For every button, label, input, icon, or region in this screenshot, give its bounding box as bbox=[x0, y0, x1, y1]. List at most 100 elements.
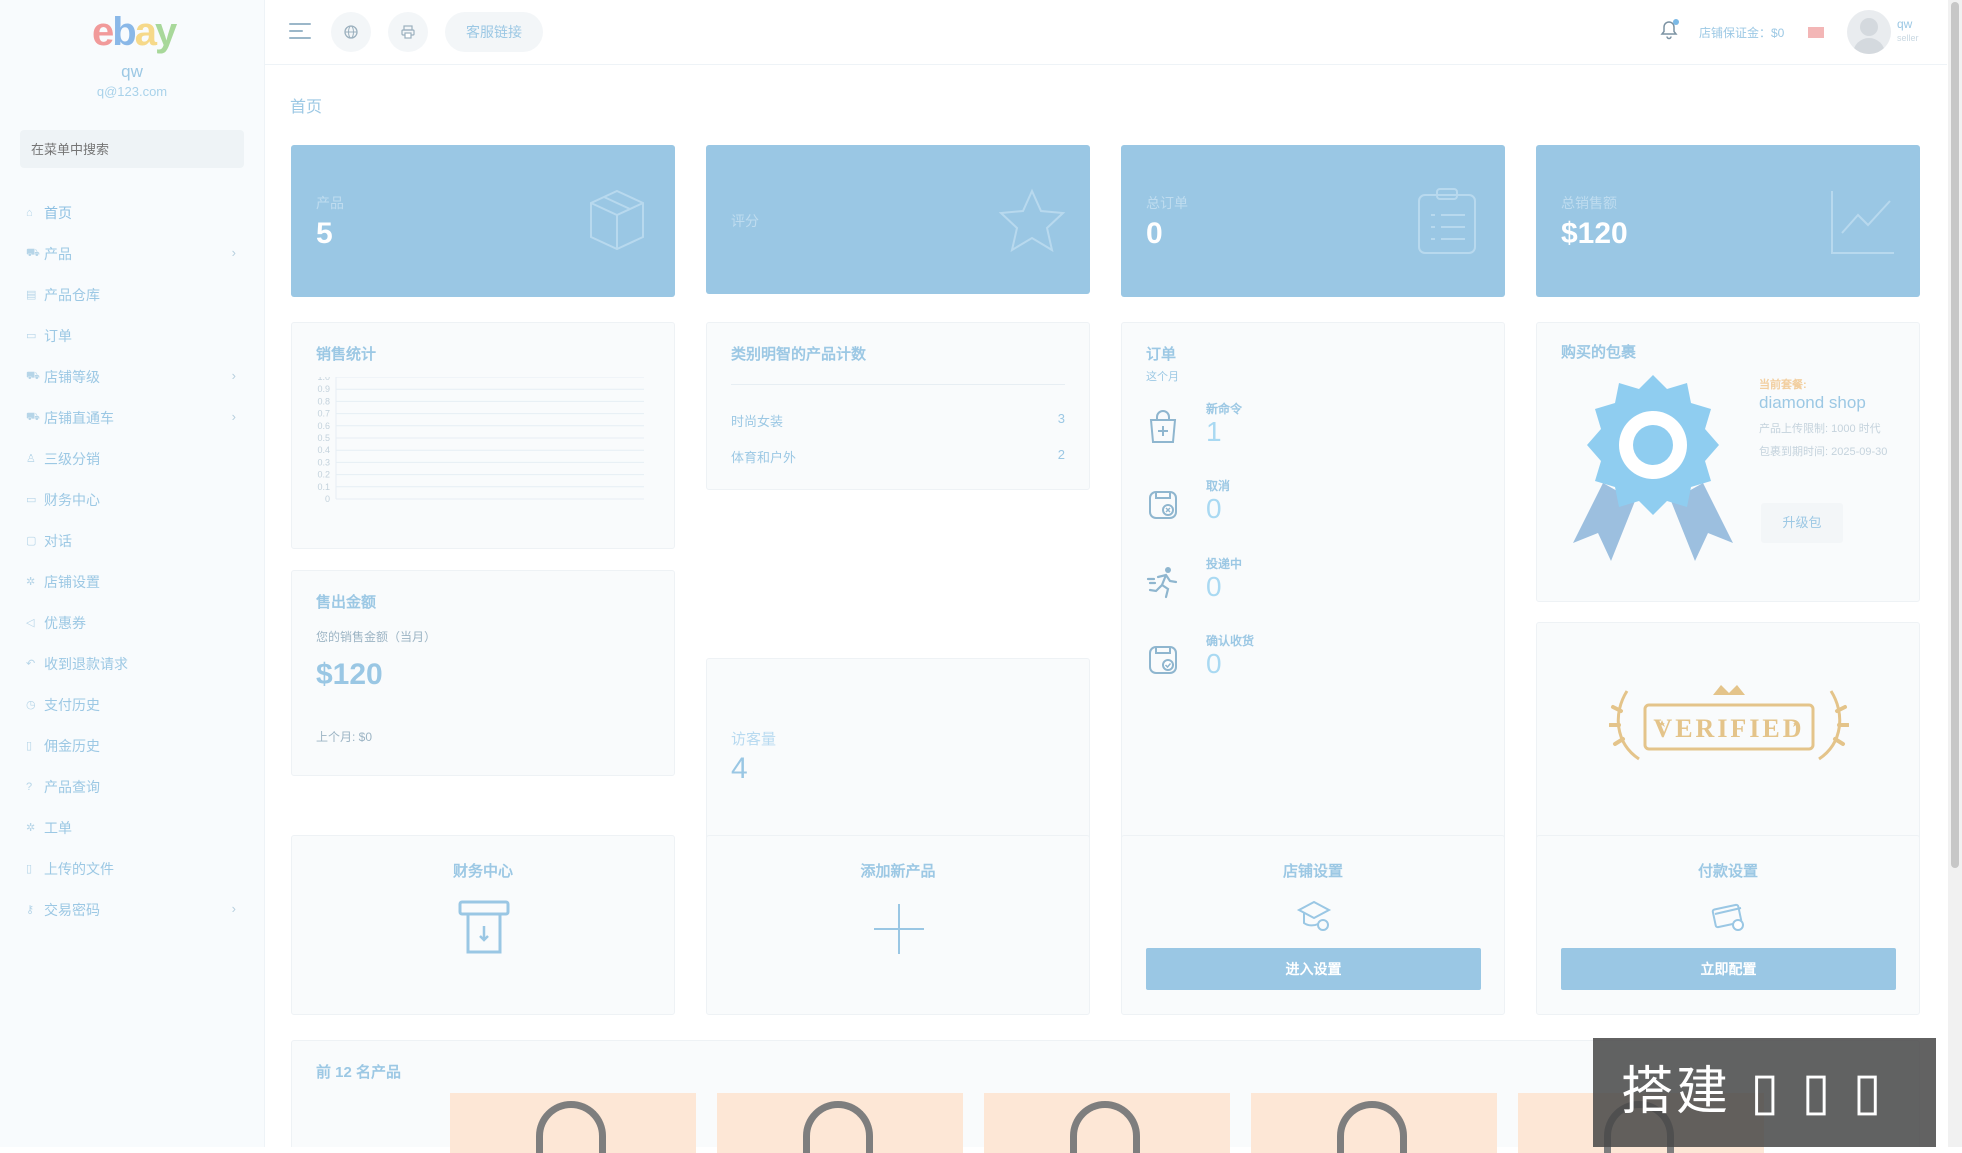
sidebar-item[interactable]: ▤ 产品仓库 bbox=[0, 274, 264, 315]
stat-card-orders[interactable]: 总订单 0 bbox=[1121, 145, 1505, 297]
y-tick-label: 0.1 bbox=[317, 482, 330, 492]
card-title: 店铺设置 bbox=[1282, 863, 1343, 880]
category-count: 3 bbox=[1057, 411, 1065, 426]
sidebar-item[interactable]: ▢ 对话 bbox=[0, 520, 264, 561]
order-item-cancel[interactable]: 取消 0 bbox=[1146, 477, 1446, 537]
watermark-overlay: 搭建 ▯ ▯ ▯ bbox=[1593, 1038, 1936, 1147]
megaphone-icon: ◁ bbox=[26, 617, 35, 629]
sidebar-item[interactable]: ⚷ 交易密码 › bbox=[0, 889, 264, 930]
printer-icon bbox=[401, 25, 415, 39]
sidebar-item-label: 店铺等级 bbox=[44, 368, 100, 385]
gear-icon: ✲ bbox=[26, 576, 36, 588]
order-label: 取消 bbox=[1206, 479, 1231, 493]
sidebar-item[interactable]: ▭ 财务中心 bbox=[0, 479, 264, 520]
language-flag-icon[interactable] bbox=[1808, 27, 1824, 38]
upgrade-package-button[interactable]: 升级包 bbox=[1761, 503, 1843, 543]
sidebar-item-label: 上传的文件 bbox=[44, 860, 114, 877]
customer-service-link[interactable]: 客服链接 bbox=[445, 12, 543, 52]
sidebar-item[interactable]: ▭ 订单 bbox=[0, 315, 264, 356]
order-value: 0 bbox=[1206, 648, 1222, 679]
chevron-right-icon: › bbox=[231, 409, 236, 424]
globe-icon bbox=[344, 25, 358, 39]
sidebar-item-label: 交易密码 bbox=[44, 901, 100, 918]
sidebar-item[interactable]: ⛟ 产品 › bbox=[0, 233, 264, 274]
sidebar-item[interactable]: ? 产品查询 bbox=[0, 766, 264, 807]
print-button[interactable] bbox=[388, 12, 428, 52]
globe-button[interactable] bbox=[331, 12, 371, 52]
sidebar-item-label: 财务中心 bbox=[44, 491, 100, 508]
sidebar-item[interactable]: ⛟ 店铺等级 › bbox=[0, 356, 264, 397]
sidebar-item[interactable]: ↶ 收到退款请求 bbox=[0, 643, 264, 684]
bag-image bbox=[803, 1101, 873, 1153]
logo-letter-b: b bbox=[112, 10, 136, 54]
verified-badge-text: VERIFIED bbox=[1653, 714, 1804, 743]
menu-search-input[interactable] bbox=[20, 130, 244, 168]
order-value: 0 bbox=[1206, 493, 1222, 524]
stat-card-sales[interactable]: 总销售额 $120 bbox=[1536, 145, 1920, 297]
category-name: 体育和户外 bbox=[731, 450, 797, 465]
sidebar-item[interactable]: ▯ 佣金历史 bbox=[0, 725, 264, 766]
configure-now-button[interactable]: 立即配置 bbox=[1561, 948, 1896, 990]
visitors-label: 访客量 bbox=[731, 731, 777, 748]
add-product-card[interactable]: 添加新产品 bbox=[706, 835, 1090, 1015]
category-row[interactable]: 时尚女装 3 bbox=[731, 411, 1065, 430]
scrollbar-thumb[interactable] bbox=[1951, 2, 1959, 868]
sidebar-item[interactable]: ⌂ 首页 bbox=[0, 192, 264, 233]
ebay-logo[interactable]: ebay bbox=[92, 10, 177, 55]
stat-label: 总销售额 bbox=[1561, 195, 1617, 211]
clipboard-icon bbox=[1418, 188, 1476, 254]
stat-card-products[interactable]: 产品 5 bbox=[291, 145, 675, 297]
order-item-delivering[interactable]: 投递中 0 bbox=[1146, 555, 1446, 615]
bag-image bbox=[1337, 1101, 1407, 1153]
star-icon bbox=[998, 188, 1066, 253]
sidebar-item[interactable]: ◷ 支付历史 bbox=[0, 684, 264, 725]
product-thumbnail[interactable] bbox=[717, 1093, 963, 1153]
warehouse-icon: ▤ bbox=[26, 289, 37, 301]
hamburger-menu-icon[interactable] bbox=[289, 23, 311, 41]
sales-stats-card: 销售统计 1.0 0.9 0.8 0.7 0.6 0.5 0.4 0.3 0.2 0.1 0 bbox=[291, 322, 675, 549]
award-badge-icon bbox=[1573, 375, 1733, 561]
avatar[interactable] bbox=[1847, 10, 1891, 54]
file-icon: ▯ bbox=[26, 740, 33, 752]
product-thumbnail[interactable] bbox=[984, 1093, 1230, 1153]
order-item-confirmed[interactable]: 确认收货 0 bbox=[1146, 632, 1446, 692]
y-tick-label: 0.8 bbox=[317, 396, 330, 406]
sidebar-item[interactable]: ✲ 工单 bbox=[0, 807, 264, 848]
chart-line-icon bbox=[1831, 191, 1894, 254]
order-item-new[interactable]: 新命令 1 bbox=[1146, 400, 1446, 460]
y-tick-label: 0.4 bbox=[317, 445, 330, 455]
bag-image bbox=[1070, 1101, 1140, 1153]
plus-icon bbox=[874, 904, 924, 954]
sidebar-item[interactable]: ▯ 上传的文件 bbox=[0, 848, 264, 889]
sidebar-item-label: 首页 bbox=[44, 204, 72, 221]
product-thumbnail[interactable] bbox=[450, 1093, 696, 1153]
stat-card-rating[interactable]: 评分 bbox=[706, 145, 1090, 294]
category-count-card: 类别明智的产品计数 时尚女装 3 体育和户外 2 bbox=[706, 322, 1090, 490]
sidebar-user-email: q@123.com bbox=[96, 84, 168, 99]
bag-plus-icon bbox=[1149, 410, 1177, 443]
store-deposit[interactable]: 店铺保证金：$0 bbox=[1699, 24, 1784, 41]
product-thumbnail[interactable] bbox=[1251, 1093, 1497, 1153]
scrollbar[interactable] bbox=[1948, 0, 1962, 1147]
sold-amount-last-month: 上个月: $0 bbox=[316, 730, 373, 744]
sold-amount-value: $120 bbox=[316, 658, 383, 691]
sidebar-item[interactable]: ♙ 三级分销 bbox=[0, 438, 264, 479]
sidebar-item[interactable]: ⛟ 店铺直通车 › bbox=[0, 397, 264, 438]
finance-center-card[interactable]: 财务中心 bbox=[291, 835, 675, 1015]
sidebar-item-label: 优惠券 bbox=[44, 614, 86, 631]
question-icon: ? bbox=[26, 780, 33, 793]
sidebar-item-label: 店铺直通车 bbox=[44, 409, 114, 426]
topbar-user-name[interactable]: qw bbox=[1897, 17, 1912, 31]
card-title: 类别明智的产品计数 bbox=[731, 346, 867, 363]
card-title: 购买的包裹 bbox=[1561, 344, 1637, 361]
enter-settings-button[interactable]: 进入设置 bbox=[1146, 948, 1481, 990]
sidebar-item[interactable]: ✲ 店铺设置 bbox=[0, 561, 264, 602]
sidebar-item[interactable]: ◁ 优惠券 bbox=[0, 602, 264, 643]
category-row[interactable]: 体育和户外 2 bbox=[731, 447, 1065, 466]
cancel-icon bbox=[1149, 491, 1177, 519]
card-title: 添加新产品 bbox=[860, 863, 936, 880]
sold-amount-subtitle: 您的销售金额（当月） bbox=[316, 630, 437, 644]
chat-icon: ▢ bbox=[26, 535, 37, 547]
y-tick-label: 0 bbox=[325, 494, 330, 504]
order-label: 确认收货 bbox=[1206, 634, 1255, 648]
